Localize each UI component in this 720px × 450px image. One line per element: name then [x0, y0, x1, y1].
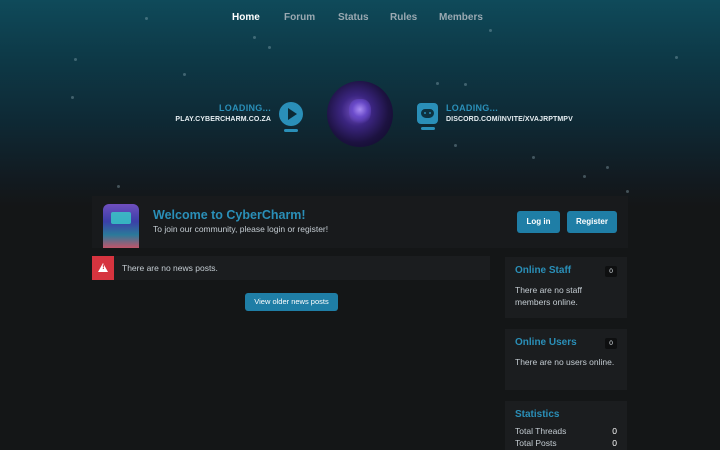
particle	[464, 83, 467, 86]
server-status[interactable]: LOADING... PLAY.CYBERCHARM.CO.ZA	[170, 103, 271, 123]
stat-row-posts: Total Posts 0	[515, 438, 617, 448]
discord-underline	[421, 127, 435, 130]
particle	[626, 190, 629, 193]
particle	[253, 36, 256, 39]
online-users-count: 0	[605, 338, 617, 349]
welcome-subtitle: To join our community, please login or r…	[153, 224, 329, 234]
server-address[interactable]: PLAY.CYBERCHARM.CO.ZA	[170, 116, 271, 123]
discord-status-text: LOADING...	[446, 103, 498, 113]
view-older-news-button[interactable]: View older news posts	[245, 293, 338, 311]
nav-rules[interactable]: Rules	[390, 12, 417, 23]
nav-home[interactable]: Home	[232, 12, 260, 23]
particle	[183, 73, 186, 76]
online-staff-text: There are no staff members online.	[515, 285, 582, 307]
play-icon[interactable]	[279, 102, 303, 126]
particle	[74, 58, 77, 61]
statistics-card: Statistics Total Threads 0 Total Posts 0	[505, 401, 627, 450]
particle	[675, 56, 678, 59]
particle	[532, 156, 535, 159]
particle	[606, 166, 609, 169]
discord-status[interactable]: LOADING... DISCORD.COM/INVITE/XVAJRPTMPV	[446, 103, 573, 123]
nav-status[interactable]: Status	[338, 12, 369, 23]
main-nav: Home Forum Status Rules Members	[0, 12, 720, 28]
nav-forum[interactable]: Forum	[284, 12, 315, 23]
particle	[489, 29, 492, 32]
nav-members[interactable]: Members	[439, 12, 483, 23]
news-empty-text: There are no news posts.	[122, 263, 218, 273]
mascot-avatar	[103, 204, 139, 248]
online-staff-card: Online Staff 0 There are no staff member…	[505, 257, 627, 318]
discord-icon[interactable]	[417, 103, 438, 124]
online-staff-count: 0	[605, 266, 617, 277]
particle	[71, 96, 74, 99]
discord-address[interactable]: DISCORD.COM/INVITE/XVAJRPTMPV	[446, 116, 573, 123]
particle	[268, 46, 271, 49]
online-staff-title[interactable]: Online Staff	[515, 265, 571, 276]
welcome-panel: Welcome to CyberCharm! To join our commu…	[92, 196, 628, 248]
particle	[583, 175, 586, 178]
particle	[454, 144, 457, 147]
site-logo[interactable]	[327, 81, 393, 147]
news-empty-notice: There are no news posts.	[92, 256, 490, 280]
welcome-title: Welcome to CyberCharm!	[153, 208, 306, 222]
stat-label: Total Posts	[515, 438, 557, 448]
stat-value: 0	[612, 426, 617, 436]
server-status-text: LOADING...	[219, 103, 271, 113]
stat-value: 0	[612, 438, 617, 448]
online-users-text: There are no users online.	[515, 357, 615, 367]
stat-label: Total Threads	[515, 426, 567, 436]
server-underline	[284, 129, 298, 132]
online-users-title[interactable]: Online Users	[515, 337, 577, 348]
stat-row-threads: Total Threads 0	[515, 426, 617, 436]
particle	[117, 185, 120, 188]
register-button[interactable]: Register	[567, 211, 617, 233]
statistics-title: Statistics	[515, 409, 560, 420]
warning-icon	[92, 256, 114, 280]
particle	[436, 82, 439, 85]
login-button[interactable]: Log in	[517, 211, 560, 233]
online-users-card: Online Users 0 There are no users online…	[505, 329, 627, 390]
